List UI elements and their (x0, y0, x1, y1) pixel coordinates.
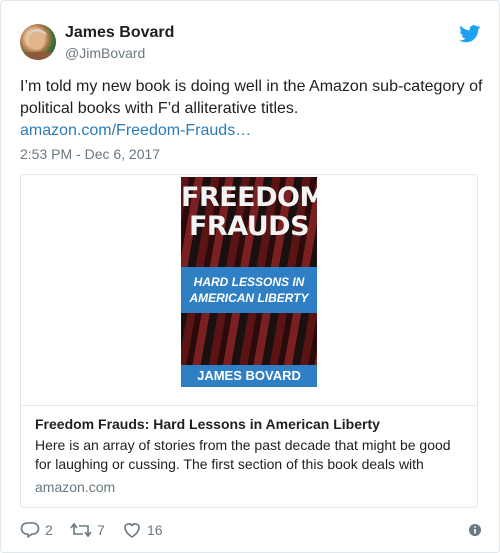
reply-count: 2 (45, 522, 53, 538)
tweet-actions: 2 7 16 (20, 521, 482, 543)
author-handle[interactable]: @JimBovard (65, 45, 145, 61)
like-count: 16 (147, 522, 163, 538)
cover-subtitle: HARD LESSONS IN AMERICAN LIBERTY (181, 267, 317, 313)
retweet-button[interactable]: 7 (70, 521, 105, 539)
card-title: Freedom Frauds: Hard Lessons in American… (35, 416, 380, 432)
card-description: Here is an array of stories from the pas… (35, 437, 451, 472)
heart-icon (124, 523, 140, 538)
book-cover: FREEDOM FRAUDS HARD LESSONS IN AMERICAN … (181, 177, 317, 387)
retweet-count: 7 (97, 522, 105, 538)
avatar[interactable] (20, 24, 56, 60)
cover-title: FREEDOM FRAUDS (181, 182, 317, 242)
card-body[interactable]: Freedom Frauds: Hard Lessons in American… (21, 405, 477, 507)
link-card[interactable]: FREEDOM FRAUDS HARD LESSONS IN AMERICAN … (20, 174, 478, 508)
card-domain: amazon.com (35, 479, 116, 495)
tweet-link[interactable]: amazon.com/Freedom-Frauds… (20, 122, 251, 139)
author-name[interactable]: James Bovard (65, 24, 174, 42)
tweet-embed: James Bovard @JimBovard I’m told my new … (0, 0, 500, 553)
like-button[interactable]: 16 (122, 521, 163, 539)
twitter-bird-icon[interactable] (459, 25, 481, 43)
tweet-timestamp[interactable]: 2:53 PM - Dec 6, 2017 (20, 146, 160, 162)
retweet-icon (70, 522, 92, 538)
info-icon[interactable] (468, 523, 482, 537)
reply-button[interactable]: 2 (20, 521, 53, 539)
cover-author: JAMES BOVARD (181, 365, 317, 387)
tweet-body: I’m told my new book is doing well in th… (20, 78, 483, 117)
reply-icon (20, 522, 40, 538)
card-image[interactable]: FREEDOM FRAUDS HARD LESSONS IN AMERICAN … (21, 175, 477, 405)
tweet-text: I’m told my new book is doing well in th… (20, 76, 490, 142)
